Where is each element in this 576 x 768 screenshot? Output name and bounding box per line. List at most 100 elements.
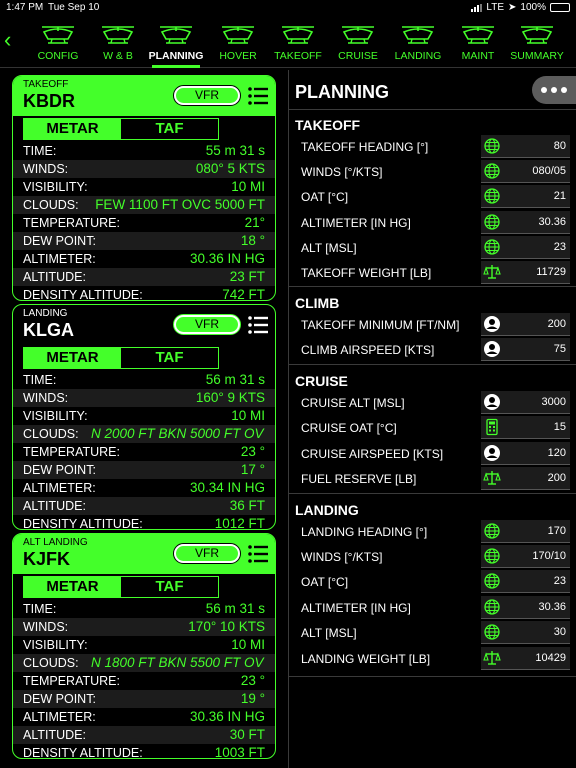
planning-label: ALTIMETER [IN HG]	[301, 216, 411, 230]
weather-row: DENSITY ALTITUDE: 1012 FT	[13, 515, 275, 529]
status-bar: 1:47 PM Tue Sep 10 LTE ➤ 100%	[0, 0, 576, 16]
weather-row: CLOUDS: N 2000 FT BKN 5000 FT OV	[13, 425, 275, 443]
weather-row: CLOUDS: N 1800 FT BKN 5500 FT OV	[13, 654, 275, 672]
tab-label: PLANNING	[148, 50, 204, 62]
planning-field[interactable]: 120	[481, 442, 570, 465]
planning-row: CRUISE AIRSPEED [KTS] 120	[289, 441, 576, 466]
weather-label: ALTITUDE:	[23, 499, 86, 513]
weather-row: DENSITY ALTITUDE: 742 FT	[13, 286, 275, 300]
planning-label: ALT [MSL]	[301, 626, 357, 640]
tab-label: CONFIG	[37, 50, 79, 62]
weather-row: ALTIMETER: 30.34 IN HG	[13, 479, 275, 497]
planning-label: TAKEOFF MINIMUM [FT/NM]	[301, 318, 460, 332]
weather-value: 170° 10 KTS	[188, 619, 265, 634]
planning-field[interactable]: 15	[481, 416, 570, 439]
status-indicators: LTE ➤ 100%	[471, 2, 570, 13]
planning-field[interactable]: 75	[481, 338, 570, 361]
weather-label: TIME:	[23, 373, 57, 387]
list-menu-icon[interactable]	[247, 544, 269, 564]
weather-rows: TIME: 56 m 31 s WINDS: 170° 10 KTS VISIBILIT…	[13, 600, 275, 758]
flight-rules-badge[interactable]: VFR	[173, 314, 241, 335]
tab-planning[interactable]: PLANNING	[146, 16, 206, 68]
weather-row: ALTITUDE: 36 FT	[13, 497, 275, 515]
weather-panel: TAKEOFF KBDR VFR METAR TAF TIME: 55 m 31 s WIND…	[0, 70, 288, 768]
weather-row: DEW POINT: 18 °	[13, 232, 275, 250]
weather-rows: TIME: 56 m 31 s WINDS: 160° 9 KTS VISIBILITY…	[13, 371, 275, 529]
card-header: ALT LANDING KJFK VFR	[13, 534, 275, 574]
planning-field[interactable]: 30.36	[481, 596, 570, 619]
planning-field[interactable]: 3000	[481, 391, 570, 414]
planning-field[interactable]: 11729	[481, 261, 570, 284]
list-menu-icon[interactable]	[247, 86, 269, 106]
flight-rules-badge[interactable]: VFR	[173, 85, 241, 106]
weather-row: ALTIMETER: 30.36 IN HG	[13, 708, 275, 726]
weather-value: 19 °	[240, 691, 265, 706]
planning-label: CRUISE OAT [°C]	[301, 421, 397, 435]
tab-landing[interactable]: LANDING	[388, 16, 448, 68]
weather-row: DENSITY ALTITUDE: 1003 FT	[13, 744, 275, 758]
planning-value: 3000	[541, 396, 566, 408]
helicopter-maint-icon	[462, 26, 494, 44]
planning-field[interactable]: 080/05	[481, 160, 570, 183]
weather-value: 160° 9 KTS	[195, 390, 265, 405]
weather-label: ALTIMETER:	[23, 252, 96, 266]
planning-value: 120	[547, 447, 566, 459]
tab-takeoff[interactable]: TAKEOFF	[268, 16, 328, 68]
taf-tab[interactable]: TAF	[121, 348, 218, 368]
planning-value: 23	[553, 241, 566, 253]
weather-card-alt-landing: ALT LANDING KJFK VFR METAR TAF TIME: 56 m 31 s…	[12, 533, 276, 759]
weather-label: VISIBILITY:	[23, 409, 88, 423]
weather-value: 23 °	[240, 673, 265, 688]
airport-code: KLGA	[23, 320, 74, 340]
planning-label: TAKEOFF WEIGHT [LB]	[301, 266, 432, 280]
planning-value: 200	[547, 472, 566, 484]
weather-row: TIME: 55 m 31 s	[13, 142, 275, 160]
tab-maint[interactable]: MAINT	[448, 16, 508, 68]
weather-row: VISIBILITY: 10 MI	[13, 407, 275, 425]
tab-summary[interactable]: SUMMARY	[507, 16, 567, 68]
weather-value: 23 FT	[229, 269, 265, 284]
weather-row: TEMPERATURE: 21°	[13, 214, 275, 232]
card-header: TAKEOFF KBDR VFR	[13, 76, 275, 116]
flight-rules-label: VFR	[176, 546, 238, 561]
planning-field[interactable]: 23	[481, 236, 570, 259]
weather-row: TEMPERATURE: 23 °	[13, 443, 275, 461]
planning-field[interactable]: 30.36	[481, 211, 570, 234]
section-title-cruise: CRUISE	[295, 373, 348, 389]
weather-value: 18 °	[240, 233, 265, 248]
metar-tab[interactable]: METAR	[24, 119, 121, 139]
planning-row: LANDING WEIGHT [LB] 10429	[289, 646, 576, 671]
back-chevron-icon[interactable]: ‹	[4, 29, 20, 51]
planning-field[interactable]: 23	[481, 570, 570, 593]
planning-value: 080/05	[532, 165, 566, 177]
planning-field[interactable]: 80	[481, 135, 570, 158]
planning-field[interactable]: 170/10	[481, 545, 570, 568]
weather-value: 30.36 IN HG	[189, 709, 265, 724]
report-segmented-control: METAR TAF	[23, 576, 219, 598]
planning-field[interactable]: 30	[481, 621, 570, 644]
planning-field[interactable]: 200	[481, 467, 570, 490]
planning-field[interactable]: 10429	[481, 647, 570, 670]
top-nav: ‹ CONFIG W & B PLANNING HOVER TAKEOFF CRUISE L…	[0, 16, 576, 68]
weather-label: WINDS:	[23, 620, 69, 634]
taf-tab[interactable]: TAF	[121, 577, 218, 597]
tab-w-b[interactable]: W & B	[88, 16, 148, 68]
taf-tab[interactable]: TAF	[121, 119, 218, 139]
tab-config[interactable]: CONFIG	[28, 16, 88, 68]
planning-field[interactable]: 170	[481, 520, 570, 543]
planning-field[interactable]: 200	[481, 313, 570, 336]
metar-tab[interactable]: METAR	[24, 348, 121, 368]
tab-hover[interactable]: HOVER	[208, 16, 268, 68]
flight-rules-badge[interactable]: VFR	[173, 543, 241, 564]
weather-value: 36 FT	[229, 498, 265, 513]
planning-value: 170	[547, 525, 566, 537]
planning-field[interactable]: 21	[481, 185, 570, 208]
more-options-button[interactable]	[532, 76, 576, 104]
weather-label: WINDS:	[23, 162, 69, 176]
list-menu-icon[interactable]	[247, 315, 269, 335]
weather-label: WINDS:	[23, 391, 69, 405]
weather-row: VISIBILITY: 10 MI	[13, 178, 275, 196]
tab-cruise[interactable]: CRUISE	[328, 16, 388, 68]
metar-tab[interactable]: METAR	[24, 577, 121, 597]
planning-label: CRUISE ALT [MSL]	[301, 396, 405, 410]
